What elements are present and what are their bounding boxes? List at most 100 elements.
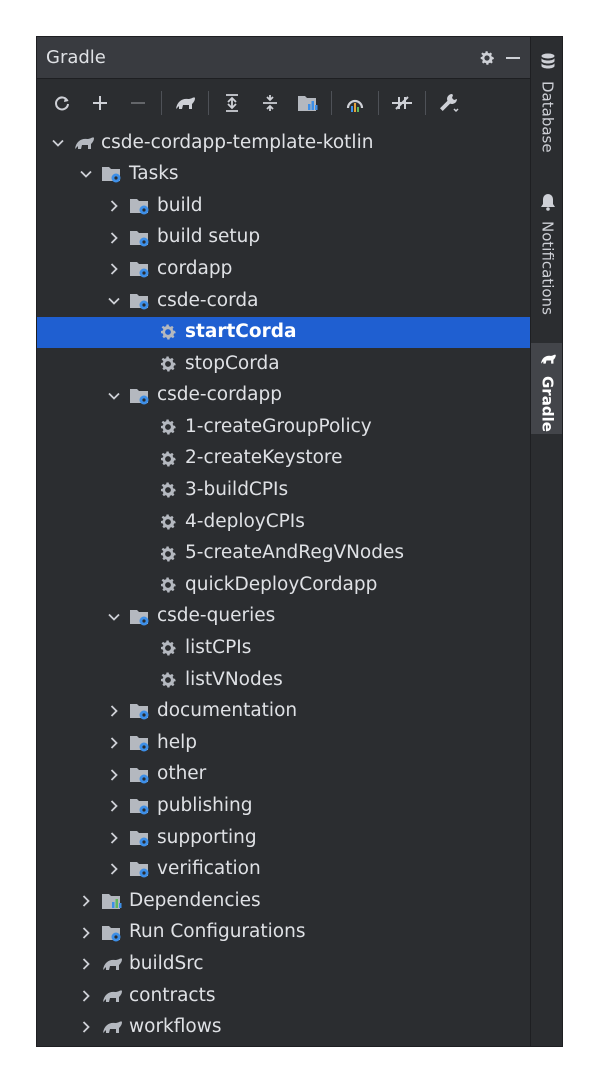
gear-icon xyxy=(157,416,179,438)
tree-node[interactable]: workflows xyxy=(37,1012,530,1044)
chevron-right-icon[interactable] xyxy=(105,734,123,752)
tree-node[interactable]: publishing xyxy=(37,790,530,822)
task-item[interactable]: listVNodes xyxy=(37,664,530,696)
task-item[interactable]: startCorda xyxy=(37,316,530,349)
gear-icon xyxy=(157,669,179,691)
sidebar-tab-gradle[interactable]: Gradle xyxy=(531,343,562,434)
tree-node[interactable]: cordapp xyxy=(37,253,530,285)
chevron-right-icon[interactable] xyxy=(105,797,123,815)
chevron-right-icon[interactable] xyxy=(105,766,123,784)
tree-node[interactable]: csde-queries xyxy=(37,601,530,633)
chevron-right-icon[interactable] xyxy=(77,892,95,910)
elephant-icon xyxy=(73,132,95,154)
chevron-down-icon[interactable] xyxy=(49,134,67,152)
folder-gear-icon xyxy=(101,163,123,185)
tree-label: Tasks xyxy=(129,163,179,185)
dependencies-icon[interactable] xyxy=(293,88,323,118)
tree-node[interactable]: csde-cordapp xyxy=(37,380,530,412)
task-item[interactable]: 3-buildCPIs xyxy=(37,475,530,507)
tree-node[interactable]: other xyxy=(37,759,530,791)
tree-label: 2-createKeystore xyxy=(185,447,343,469)
panel-title: Gradle xyxy=(46,47,106,68)
chevron-right-icon[interactable] xyxy=(105,829,123,847)
tree-label: 3-buildCPIs xyxy=(185,479,289,501)
panel-header: Gradle xyxy=(37,37,530,79)
task-item[interactable]: stopCorda xyxy=(37,348,530,380)
tree-node[interactable]: verification xyxy=(37,854,530,886)
elephant-icon xyxy=(101,1016,123,1038)
tree-label: csde-cordapp xyxy=(157,384,282,406)
task-item[interactable]: quickDeployCordapp xyxy=(37,569,530,601)
gear-icon[interactable] xyxy=(474,45,500,71)
task-item[interactable]: listCPIs xyxy=(37,633,530,665)
task-item[interactable]: 4-deployCPIs xyxy=(37,506,530,538)
tree-label: publishing xyxy=(157,795,253,817)
gear-icon xyxy=(157,511,179,533)
chevron-down-icon[interactable] xyxy=(105,387,123,405)
chevron-right-icon[interactable] xyxy=(77,955,95,973)
sidebar-tab-database[interactable]: Database xyxy=(531,47,562,153)
task-item[interactable]: 2-createKeystore xyxy=(37,443,530,475)
chevron-down-icon[interactable] xyxy=(105,292,123,310)
tree-label: listCPIs xyxy=(185,637,252,659)
tree-label: Dependencies xyxy=(129,889,261,911)
tree-node[interactable]: contracts xyxy=(37,980,530,1012)
reload-icon[interactable] xyxy=(47,88,77,118)
folder-gear-icon xyxy=(129,700,151,722)
sidebar-tab-notifications[interactable]: Notifications xyxy=(531,187,562,315)
tree-node[interactable]: build setup xyxy=(37,222,530,254)
folder-gear-icon xyxy=(129,795,151,817)
elephant-icon xyxy=(101,985,123,1007)
tree-label: contracts xyxy=(129,984,216,1006)
elephant-icon[interactable] xyxy=(170,88,200,118)
toolbar-separator xyxy=(331,91,332,115)
tree-node[interactable]: Tasks xyxy=(37,159,530,191)
sidebar-tab-label: Notifications xyxy=(538,221,557,315)
tree-node[interactable]: buildSrc xyxy=(37,948,530,980)
tree-label: supporting xyxy=(157,826,257,848)
tree-node[interactable]: build xyxy=(37,190,530,222)
chevron-right-icon[interactable] xyxy=(105,702,123,720)
chevron-right-icon[interactable] xyxy=(105,860,123,878)
tree-node[interactable]: Run Configurations xyxy=(37,917,530,949)
chevron-right-icon[interactable] xyxy=(105,229,123,247)
remove-icon[interactable] xyxy=(123,88,153,118)
gradle-tool-window: Gradle csde-cordapp-template-kotlin Task… xyxy=(36,36,563,1047)
tree-label: quickDeployCordapp xyxy=(185,573,378,595)
folder-gear-icon xyxy=(129,606,151,628)
database-icon xyxy=(540,53,556,75)
folder-gear-icon xyxy=(129,290,151,312)
tree-node[interactable]: help xyxy=(37,727,530,759)
tree-node[interactable]: documentation xyxy=(37,696,530,728)
chevron-right-icon[interactable] xyxy=(77,924,95,942)
settings-wrench-icon[interactable] xyxy=(434,88,464,118)
tree-label: build xyxy=(157,194,203,216)
tree-label: workflows xyxy=(129,1016,222,1038)
tree-node[interactable]: Dependencies xyxy=(37,885,530,917)
task-item[interactable]: 5-createAndRegVNodes xyxy=(37,538,530,570)
chevron-down-icon[interactable] xyxy=(105,608,123,626)
chevron-right-icon[interactable] xyxy=(77,987,95,1005)
chevron-right-icon[interactable] xyxy=(77,1018,95,1036)
tree-node[interactable]: csde-corda xyxy=(37,285,530,317)
tree-node[interactable]: supporting xyxy=(37,822,530,854)
tree-label: stopCorda xyxy=(185,352,280,374)
toolbar-separator xyxy=(378,91,379,115)
chevron-right-icon[interactable] xyxy=(105,260,123,278)
add-icon[interactable] xyxy=(85,88,115,118)
gear-icon xyxy=(157,448,179,470)
tree-label: buildSrc xyxy=(129,952,204,974)
tree-label: listVNodes xyxy=(185,668,283,690)
minimize-icon[interactable] xyxy=(500,45,526,71)
toggle-offline-icon[interactable] xyxy=(387,88,417,118)
analyze-icon[interactable] xyxy=(340,88,370,118)
task-item[interactable]: 1-createGroupPolicy xyxy=(37,411,530,443)
tree-label: csde-cordapp-template-kotlin xyxy=(101,131,374,153)
toolbar-separator xyxy=(161,91,162,115)
chevron-down-icon[interactable] xyxy=(77,165,95,183)
chevron-right-icon[interactable] xyxy=(105,197,123,215)
expand-all-icon[interactable] xyxy=(217,88,247,118)
tree-label: 4-deployCPIs xyxy=(185,510,305,532)
collapse-all-icon[interactable] xyxy=(255,88,285,118)
tree-node[interactable]: csde-cordapp-template-kotlin xyxy=(37,127,530,159)
